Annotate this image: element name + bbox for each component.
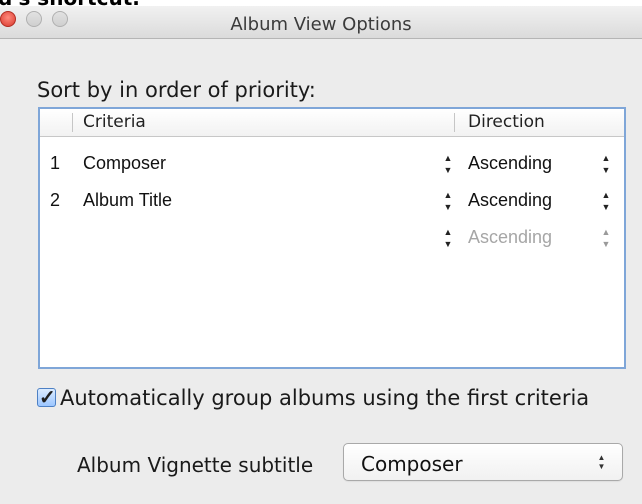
titlebar: Album View Options <box>0 6 642 39</box>
select-arrows-icon: ▲ ▼ <box>597 453 606 471</box>
header-separator <box>72 113 73 132</box>
direction-stepper-icon[interactable]: ▲ ▼ <box>600 153 612 175</box>
row-number: 2 <box>50 190 61 210</box>
criteria-stepper-icon[interactable]: ▲ ▼ <box>442 227 454 249</box>
sort-priority-label: Sort by in order of priority: <box>37 78 316 102</box>
auto-group-checkbox[interactable]: ✓ <box>37 387 56 409</box>
sort-criteria-table[interactable]: Criteria Direction 1 Composer ▲ ▼ Ascendi… <box>38 107 626 369</box>
row-number: 1 <box>50 153 61 173</box>
direction-stepper-icon[interactable]: ▲ ▼ <box>600 227 612 249</box>
vignette-subtitle-label: Album Vignette subtitle <box>77 453 314 477</box>
table-header: Criteria Direction <box>40 109 624 137</box>
direction-value[interactable]: Ascending <box>468 190 552 211</box>
criteria-column-header[interactable]: Criteria <box>83 112 146 132</box>
header-separator <box>454 113 455 132</box>
criteria-stepper-icon[interactable]: ▲ ▼ <box>442 153 454 175</box>
direction-value[interactable]: Ascending <box>468 153 552 174</box>
vignette-subtitle-value: Composer <box>361 452 463 476</box>
criteria-value[interactable]: Composer <box>83 153 166 174</box>
album-view-options-window: Album View Options Sort by in order of p… <box>0 6 642 504</box>
table-row[interactable]: ▲ ▼ Ascending ▲ ▼ <box>40 221 624 259</box>
direction-column-header[interactable]: Direction <box>468 112 545 132</box>
auto-group-label[interactable]: Automatically group albums using the fir… <box>60 386 589 410</box>
criteria-stepper-icon[interactable]: ▲ ▼ <box>442 190 454 212</box>
direction-stepper-icon[interactable]: ▲ ▼ <box>600 190 612 212</box>
table-row[interactable]: 2 Album Title ▲ ▼ Ascending ▲ ▼ <box>40 184 624 222</box>
window-title: Album View Options <box>230 14 412 35</box>
direction-value[interactable]: Ascending <box>468 227 552 248</box>
criteria-value[interactable]: Album Title <box>83 190 172 211</box>
table-row[interactable]: 1 Composer ▲ ▼ Ascending ▲ ▼ <box>40 147 624 185</box>
checkmark-icon: ✓ <box>39 387 56 409</box>
vignette-subtitle-select[interactable]: Composer ▲ ▼ <box>343 443 623 481</box>
